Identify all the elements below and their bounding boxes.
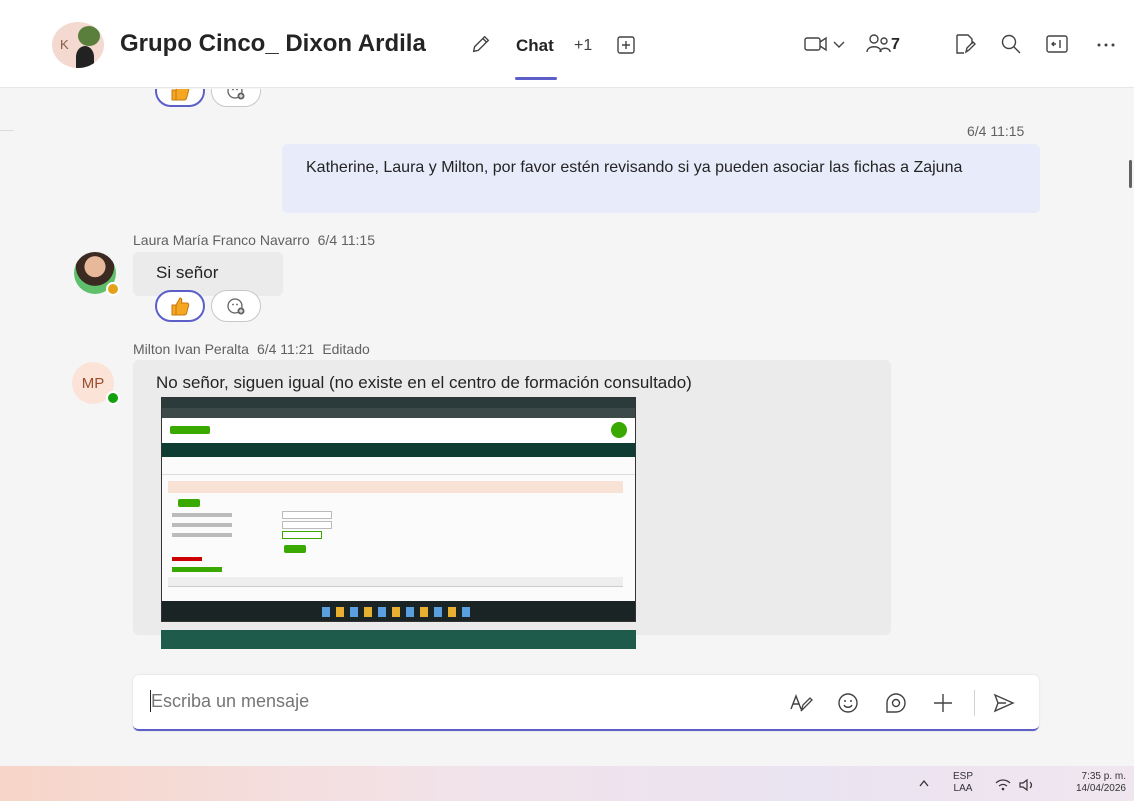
avatar-milton-initials: MP xyxy=(81,374,105,392)
participants-count[interactable]: 7 xyxy=(891,36,900,54)
windows-taskbar: ESP LAA 7:35 p. m. 14/04/2026 xyxy=(0,766,1134,801)
edited-label: Editado xyxy=(322,341,370,357)
chevron-up-icon[interactable] xyxy=(918,778,930,788)
thumb-address-bar xyxy=(162,408,635,418)
message-composer[interactable] xyxy=(133,675,1039,731)
group-avatar-photo-2 xyxy=(76,46,94,68)
add-reaction-button[interactable] xyxy=(211,89,261,107)
input-language-top: ESP xyxy=(952,771,973,782)
milton-message-time: 6/4 11:21 xyxy=(256,341,315,357)
chat-header: K Grupo Cinco_ Dixon Ardila Chat +1 7 xyxy=(0,0,1134,88)
input-language[interactable]: ESP LAA xyxy=(948,771,978,795)
add-tab-icon[interactable] xyxy=(616,35,636,55)
reactions-bar-laura xyxy=(155,290,261,322)
thumb-tab-strip xyxy=(162,398,635,408)
tab-chat[interactable]: Chat xyxy=(516,36,554,56)
milton-message-text: No señor, siguen igual (no existe en el … xyxy=(156,373,692,392)
attached-screenshot-image-2[interactable] xyxy=(161,630,636,649)
my-message-timestamp: 6/4 11:15 xyxy=(967,123,1025,139)
like-reaction[interactable] xyxy=(155,89,205,107)
tab-chat-underline xyxy=(515,77,557,80)
video-call-icon[interactable] xyxy=(804,33,848,55)
emoji-icon[interactable] xyxy=(836,691,860,715)
laura-message-meta: Laura María Franco Navarro 6/4 11:15 xyxy=(133,232,383,248)
add-reaction-icon xyxy=(227,298,245,315)
input-language-bottom: LAA xyxy=(953,783,973,794)
add-reaction-icon xyxy=(227,89,245,100)
thumbs-up-icon xyxy=(171,297,190,316)
format-text-icon[interactable] xyxy=(789,691,813,715)
thumb-page-body xyxy=(162,457,635,601)
composer-divider xyxy=(974,690,975,716)
add-attachment-icon[interactable] xyxy=(931,691,955,715)
chat-title[interactable]: Grupo Cinco_ Dixon Ardila xyxy=(120,30,426,58)
group-avatar-photo xyxy=(78,26,100,46)
more-options-icon[interactable] xyxy=(1096,33,1116,55)
search-icon[interactable] xyxy=(1000,33,1022,55)
clock-time: 7:35 p. m. xyxy=(1081,771,1126,782)
milton-message-meta: Milton Ivan Peralta 6/4 11:21 Editado xyxy=(133,341,378,357)
send-icon[interactable] xyxy=(992,691,1016,715)
add-reaction-button[interactable] xyxy=(211,290,261,322)
wifi-icon[interactable] xyxy=(994,778,1012,792)
sender-name-milton: Milton Ivan Peralta xyxy=(133,341,249,357)
notes-edit-icon[interactable] xyxy=(954,33,976,55)
pop-out-icon[interactable] xyxy=(1045,33,1069,55)
volume-icon[interactable] xyxy=(1018,778,1036,792)
sender-name-laura: Laura María Franco Navarro xyxy=(133,232,310,248)
clock-date: 14/04/2026 xyxy=(1075,783,1126,794)
thumb-site-header xyxy=(162,418,635,443)
laura-message-time: 6/4 11:15 xyxy=(317,232,375,248)
thumb-nav-bar xyxy=(162,443,635,457)
thumb-taskbar xyxy=(162,601,635,621)
tab-more[interactable]: +1 xyxy=(574,37,592,55)
taskbar-clock[interactable]: 7:35 p. m. 14/04/2026 xyxy=(1052,771,1126,795)
like-reaction[interactable] xyxy=(155,290,205,322)
group-avatar[interactable]: K xyxy=(52,22,104,68)
my-message-bubble[interactable]: Katherine, Laura y Milton, por favor est… xyxy=(282,144,1040,213)
away-status-icon xyxy=(106,282,120,296)
attached-screenshot-image[interactable] xyxy=(161,397,636,622)
group-avatar-initial: K xyxy=(60,37,69,52)
thumbs-up-icon xyxy=(171,89,190,101)
teams-app: K Grupo Cinco_ Dixon Ardila Chat +1 7 6/… xyxy=(0,0,1134,766)
reactions-bar-previous xyxy=(155,89,261,107)
participants-icon[interactable] xyxy=(866,33,892,55)
available-status-icon xyxy=(106,391,120,405)
loop-component-icon[interactable] xyxy=(884,691,908,715)
edit-name-pencil-icon[interactable] xyxy=(470,33,492,55)
message-input[interactable] xyxy=(151,691,751,712)
message-list[interactable]: 6/4 11:15 Katherine, Laura y Milton, por… xyxy=(0,89,1134,649)
